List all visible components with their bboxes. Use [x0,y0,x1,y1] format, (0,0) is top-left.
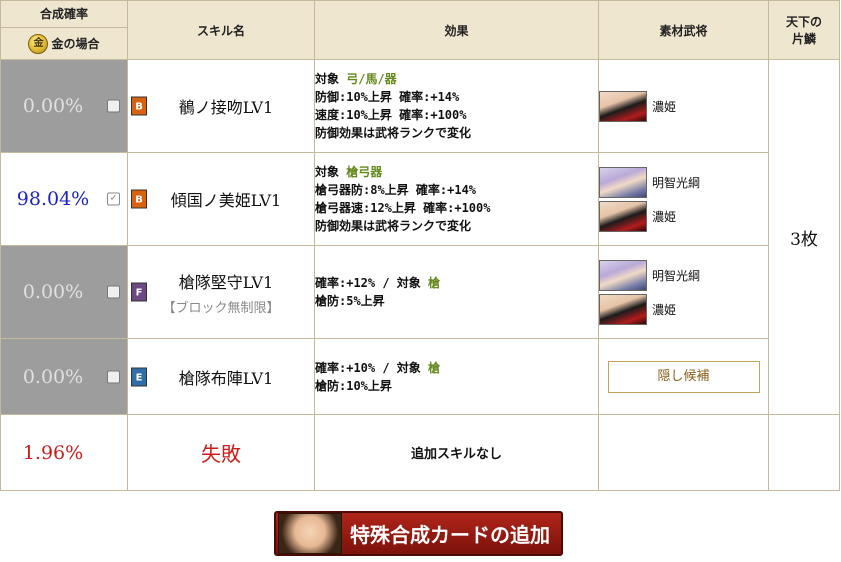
rate-value: 98.04% [16,188,90,210]
general-name: 濃姫 [652,99,677,114]
character-face-icon [278,513,342,554]
tenka-cell: 3枚 [768,59,840,415]
hidden-candidate-button[interactable]: 隠し候補 [607,360,760,393]
effect-cell: 確率:+10% / 対象 槍 槍防:10%上昇 [314,338,599,415]
materials-cell: 明智光綱 濃姫 [598,152,769,246]
effect-text: 槍防:10%上昇 [315,378,392,393]
header-tenka-line1: 天下の [785,15,822,29]
material-general[interactable]: 濃姫 [599,292,768,326]
skill-row: 0.00% E 槍隊布陣LV1 確率:+10% / 対象 槍 槍防:10%上昇 … [0,338,840,415]
materials-cell: 隠し候補 [598,338,769,415]
rank-badge-icon: E [131,367,147,386]
skill-name: 槍隊堅守LV1 [178,272,274,292]
gold-coin-icon: 金 [28,33,49,54]
synthesis-table: 合成確率 金 金の場合 スキル名 効果 素材武将 天下の 片鱗 0.00% B … [0,0,840,491]
materials-cell: 濃姫 [598,59,769,153]
skill-cell: B 傾国ノ美姫LV1 [127,152,315,246]
fail-materials-cell [598,414,769,491]
skill-row: 0.00% B 鶺ノ接吻LV1 対象 弓/馬/器 防御:10%上昇 確率:+14… [0,59,840,415]
header-row: 合成確率 金 金の場合 スキル名 効果 素材武将 天下の 片鱗 [0,0,840,60]
rate-cell: 0.00% [0,245,128,339]
effect-text: 槍弓器速:12%上昇 確率:+100% [315,201,491,215]
general-name: 濃姫 [652,302,677,317]
effect-text: 確率:+10% / 対象 [315,360,429,375]
effect-cell: 対象 槍弓器 槍弓器防:8%上昇 確率:+14% 槍弓器速:12%上昇 確率:+… [314,152,599,246]
skill-note: 【ブロック無制限】 [162,300,280,316]
general-portrait [599,90,647,122]
rate-cell: 0.00% [0,338,128,415]
header-materials: 素材武将 [598,0,769,60]
effect-text: 速度:10%上昇 確率:+100% [315,108,467,122]
effect-text: 防御効果は武将ランクで変化 [315,219,472,233]
header-rate-title: 合成確率 [1,1,127,28]
header-gold-case: 金の場合 [51,37,100,51]
effect-cell: 確率:+12% / 対象 槍 槍防:5%上昇 [314,245,599,339]
fail-rate-value: 1.96% [22,441,84,464]
effect-text: 槍弓器防:8%上昇 確率:+14% [315,183,477,197]
header-skill-name: スキル名 [127,0,315,60]
skill-name: 槍隊布陣LV1 [178,368,274,388]
general-portrait [599,166,647,198]
materials-cell: 明智光綱 濃姫 [598,245,769,339]
general-name: 明智光綱 [652,268,701,283]
header-tenka: 天下の 片鱗 [768,0,840,60]
material-general[interactable]: 濃姫 [599,199,768,233]
effect-text: 対象 [315,165,347,179]
skill-row: 98.04% ✓ B 傾国ノ美姫LV1 対象 槍弓器 槍弓器防:8%上昇 確率:… [0,152,840,246]
material-general[interactable]: 濃姫 [599,89,768,123]
rate-cell: 98.04% ✓ [0,152,128,246]
skill-cell: F 槍隊堅守LV1 【ブロック無制限】 [127,245,315,339]
effect-text: 防御:10%上昇 確率:+14% [315,90,460,104]
fail-tenka-cell [768,414,840,491]
effect-text: 確率:+12% / 対象 [315,276,429,290]
general-name: 明智光綱 [652,175,701,190]
header-effect: 効果 [314,0,599,60]
skill-cell: B 鶺ノ接吻LV1 [127,59,315,153]
select-checkbox[interactable] [107,370,120,383]
effect-target: 槍 [428,276,441,290]
select-checkbox[interactable] [107,99,120,113]
add-special-card-button[interactable]: 特殊合成カードの追加 [274,511,563,556]
rank-badge-icon: B [131,189,147,209]
skill-row: 0.00% F 槍隊堅守LV1 【ブロック無制限】 確率:+12% / 対象 槍… [0,245,840,339]
header-tenka-line2: 片鱗 [791,32,816,46]
effect-text: 対象 [315,72,347,86]
skill-name: 傾国ノ美姫LV1 [170,191,282,210]
effect-target: 槍弓器 [346,165,383,179]
fail-label: 失敗 [127,414,315,491]
no-skill-text: 追加スキルなし [314,414,599,491]
effect-cell: 対象 弓/馬/器 防御:10%上昇 確率:+14% 速度:10%上昇 確率:+1… [314,59,599,153]
general-portrait [599,200,647,232]
fail-row: 1.96% 失敗 追加スキルなし [0,414,840,491]
effect-target: 弓/馬/器 [346,72,397,86]
effect-text: 防御効果は武将ランクで変化 [315,126,472,140]
rate-value: 0.00% [22,281,84,303]
header-rate: 合成確率 金 金の場合 [0,0,128,60]
select-checkbox[interactable] [107,285,120,299]
fail-rate-cell: 1.96% [0,414,128,491]
skill-cell: E 槍隊布陣LV1 [127,338,315,415]
rate-value: 0.00% [22,365,84,388]
material-general[interactable]: 明智光綱 [599,258,768,292]
select-checkbox[interactable]: ✓ [107,192,120,206]
skill-name: 鶺ノ接吻LV1 [178,98,274,117]
rank-badge-icon: F [131,282,147,302]
material-general[interactable]: 明智光綱 [599,165,768,199]
rank-badge-icon: B [131,96,147,116]
tenka-value: 3枚 [790,229,818,250]
rate-value: 0.00% [22,95,84,117]
effect-target: 槍 [428,360,441,375]
add-special-card-label: 特殊合成カードの追加 [350,523,550,547]
general-name: 濃姫 [652,209,677,224]
general-portrait [599,259,647,291]
effect-text: 槍防:5%上昇 [315,294,385,308]
rate-cell: 0.00% [0,59,128,153]
general-portrait [599,293,647,325]
